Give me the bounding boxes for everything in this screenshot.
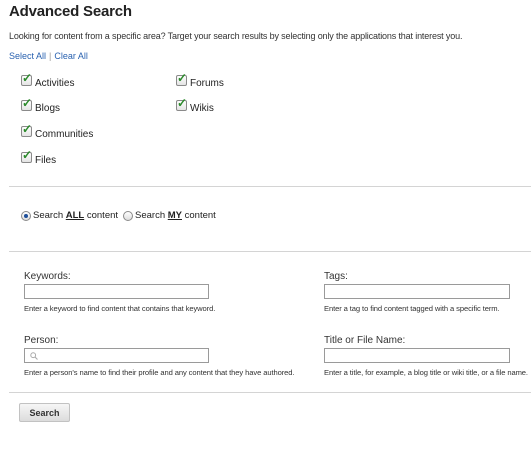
tags-label: Tags:: [324, 271, 348, 282]
divider: [9, 251, 531, 252]
page-title: Advanced Search: [9, 3, 132, 20]
checkbox-label: Wikis: [190, 103, 214, 114]
checkbox-box[interactable]: ✓: [176, 96, 187, 111]
radio-label: Search ALL content: [33, 210, 119, 221]
check-mark-icon: ✓: [22, 122, 33, 136]
radio-button[interactable]: [123, 210, 133, 221]
checkbox-box[interactable]: ✓: [21, 122, 32, 137]
tags-input[interactable]: [324, 284, 510, 299]
checkbox-box[interactable]: ✓: [176, 71, 187, 86]
checkbox-wikis[interactable]: ✓ Wikis: [176, 96, 214, 114]
person-input[interactable]: [24, 348, 209, 363]
tags-help: Enter a tag to find content tagged with …: [324, 304, 500, 313]
check-mark-icon: ✓: [177, 71, 188, 85]
divider: [9, 186, 531, 187]
radio-search-all[interactable]: Search ALL content: [21, 210, 118, 221]
checkbox-activities[interactable]: ✓ Activities: [21, 71, 75, 89]
person-label: Person:: [24, 335, 59, 346]
keywords-input[interactable]: [24, 284, 209, 299]
checkbox-box[interactable]: ✓: [21, 71, 32, 86]
checkbox-label: Files: [35, 155, 57, 166]
search-button[interactable]: Search: [19, 403, 70, 422]
checkbox-label: Forums: [190, 78, 224, 89]
radio-button[interactable]: [21, 210, 31, 221]
intro-text: Looking for content from a specific area…: [9, 31, 463, 41]
checkbox-blogs[interactable]: ✓ Blogs: [21, 96, 61, 114]
person-help: Enter a person's name to find their prof…: [24, 368, 295, 377]
title-help: Enter a title, for example, a blog title…: [324, 368, 528, 377]
checkbox-label: Activities: [35, 78, 75, 89]
selection-links: Select All | Clear All: [9, 51, 88, 61]
checkbox-forums[interactable]: ✓ Forums: [176, 71, 224, 89]
check-mark-icon: ✓: [22, 96, 33, 110]
checkbox-box[interactable]: ✓: [21, 96, 32, 111]
keywords-label: Keywords:: [24, 271, 71, 282]
check-mark-icon: ✓: [177, 96, 188, 110]
check-mark-icon: ✓: [22, 148, 33, 162]
select-all-link[interactable]: Select All: [9, 51, 46, 61]
checkbox-communities[interactable]: ✓ Communities: [21, 122, 94, 140]
keywords-help: Enter a keyword to find content that con…: [24, 304, 216, 313]
search-icon: [30, 351, 38, 360]
checkbox-label: Blogs: [35, 103, 61, 114]
divider: [9, 392, 531, 393]
check-mark-icon: ✓: [22, 71, 33, 85]
clear-all-link[interactable]: Clear All: [54, 51, 88, 61]
checkbox-files[interactable]: ✓ Files: [21, 148, 57, 166]
title-input[interactable]: [324, 348, 510, 363]
radio-label: Search MY content: [135, 210, 216, 221]
link-separator: |: [49, 51, 52, 61]
checkbox-label: Communities: [35, 129, 94, 140]
checkbox-box[interactable]: ✓: [21, 148, 32, 163]
title-label: Title or File Name:: [324, 335, 406, 346]
radio-search-my[interactable]: Search MY content: [123, 210, 216, 221]
